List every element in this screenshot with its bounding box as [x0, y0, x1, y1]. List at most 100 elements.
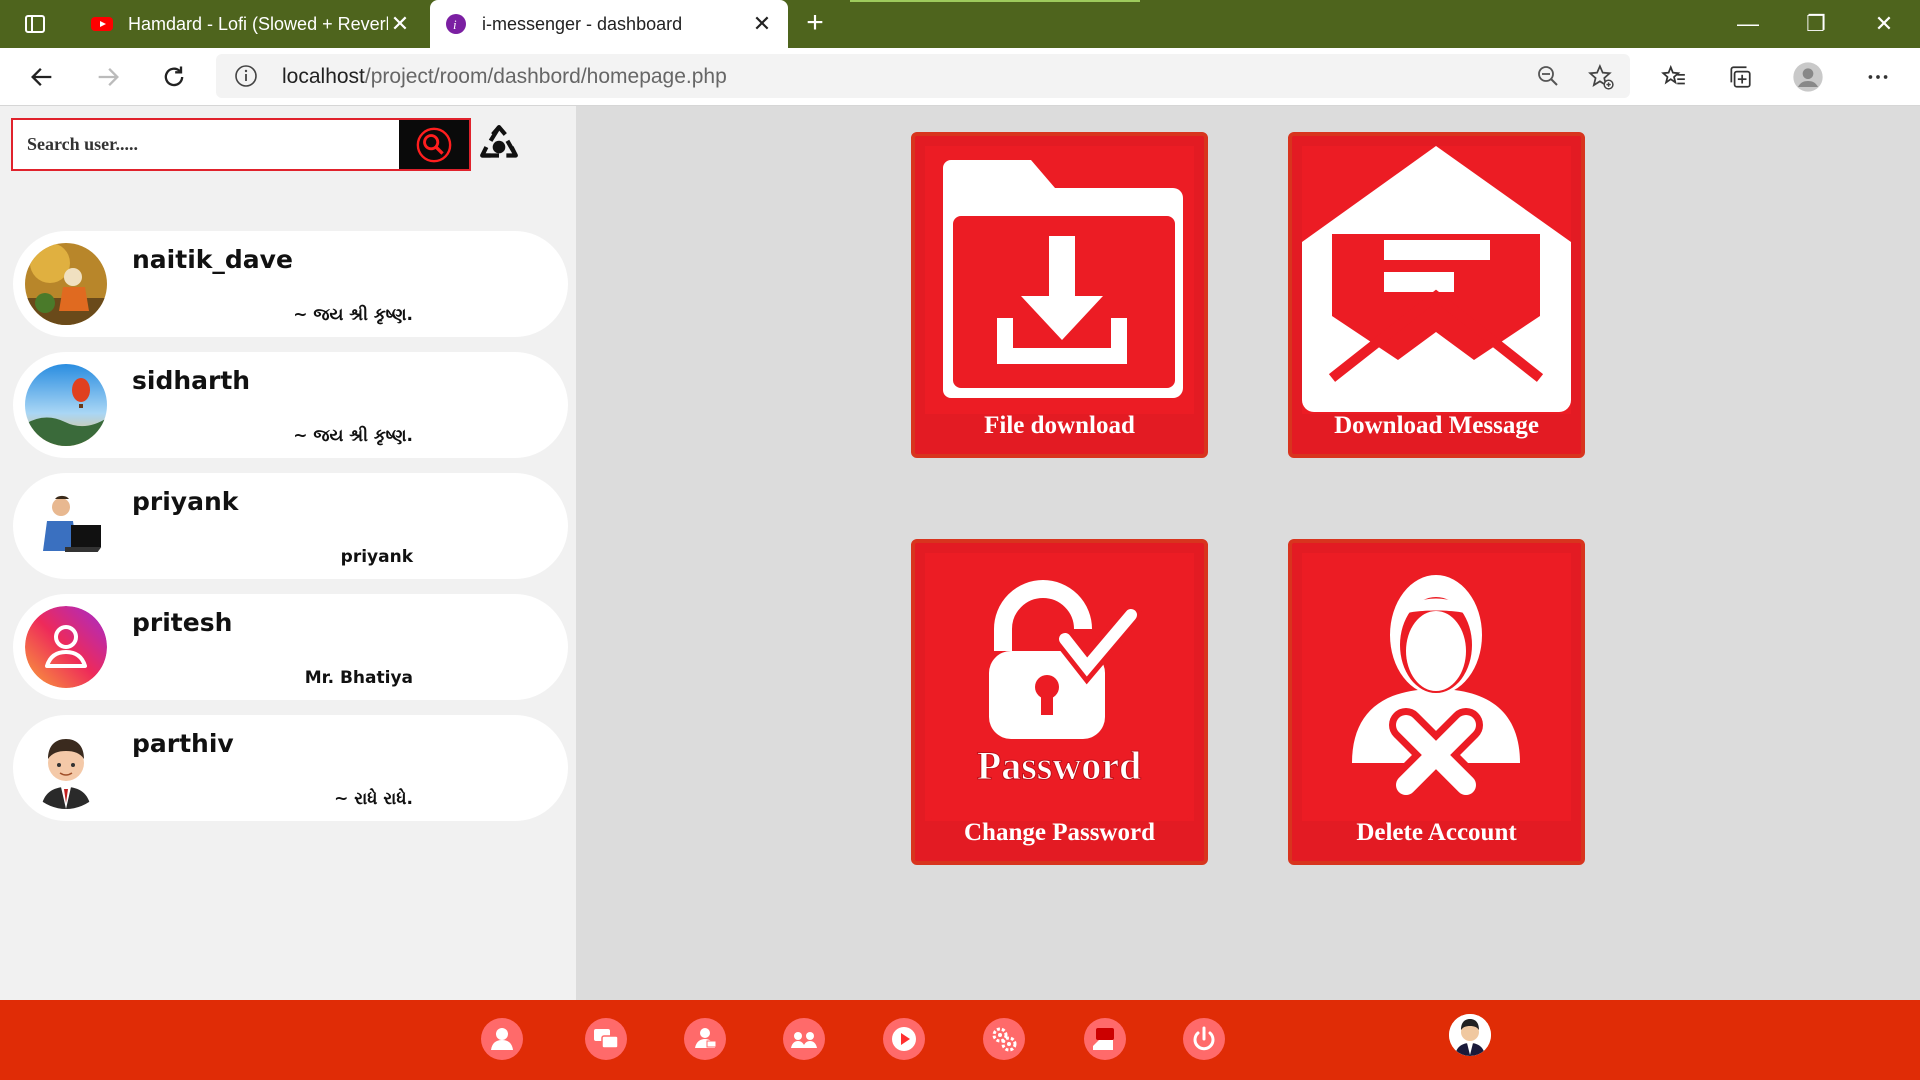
download-message-art [1302, 146, 1571, 414]
user-status: ~ જય શ્રી કૃષ્ણ. [293, 426, 413, 446]
messenger-icon: i [446, 14, 466, 34]
delete-user-icon [1302, 553, 1571, 821]
recycle-refresh-icon[interactable] [478, 124, 520, 166]
change-password-card[interactable]: Password Change Password [911, 539, 1208, 865]
address-bar: localhost/project/room/dashbord/homepage… [0, 48, 1920, 106]
user-name: pritesh [132, 608, 233, 637]
collections-button[interactable] [1724, 61, 1756, 93]
search-user-input[interactable] [13, 120, 401, 169]
password-lock-icon: Password [925, 553, 1194, 821]
search-icon [416, 127, 452, 162]
card-label: Delete Account [1356, 819, 1517, 846]
url-host: localhost [282, 65, 365, 88]
youtube-icon [91, 17, 113, 31]
card-label: Change Password [964, 819, 1155, 846]
close-tab-icon[interactable]: ✕ [750, 11, 774, 37]
tab-actions-icon[interactable] [23, 12, 47, 36]
user-profile-icon [491, 1028, 513, 1050]
user-name: sidharth [132, 366, 251, 395]
folder-download-icon [925, 146, 1194, 414]
chat-icon [594, 1029, 619, 1049]
gears-icon [992, 1027, 1017, 1052]
card-label: Download Message [1334, 412, 1539, 439]
user-name: parthiv [132, 729, 234, 758]
user-name: naitik_dave [132, 245, 293, 274]
avatar [25, 485, 107, 567]
user-item-parthiv[interactable]: parthiv ~ રાધે રાધે. [13, 715, 568, 821]
delete-account-card[interactable]: Delete Account [1288, 539, 1585, 865]
url-text: localhost/project/room/dashbord/homepage… [282, 65, 727, 89]
user-item-sidharth[interactable]: sidharth ~ જય શ્રી કૃષ્ણ. [13, 352, 568, 458]
avatar [25, 243, 107, 325]
avatar [25, 727, 107, 809]
restore-button[interactable]: ❐ [1782, 0, 1850, 48]
back-button[interactable] [26, 61, 58, 93]
user-list: naitik_dave ~ જય શ્રી કૃષ્ણ. sidharth ~ … [13, 231, 568, 836]
add-favorite-icon[interactable] [1588, 64, 1614, 90]
current-user-avatar[interactable] [1449, 1014, 1491, 1056]
user-item-priyank[interactable]: priyank priyank [13, 473, 568, 579]
user-name: priyank [132, 487, 239, 516]
user-item-pritesh[interactable]: pritesh Mr. Bhatiya [13, 594, 568, 700]
contacts-nav-button[interactable] [684, 1018, 726, 1060]
avatar [25, 364, 107, 446]
minimize-button[interactable]: — [1714, 0, 1782, 48]
delete-account-art [1302, 553, 1571, 821]
forward-arrow-icon [98, 68, 119, 86]
chat-nav-button[interactable] [585, 1018, 627, 1060]
settings-more-button[interactable] [1862, 61, 1894, 93]
media-nav-button[interactable] [883, 1018, 925, 1060]
tab-title: i-messenger - dashboard [482, 13, 683, 34]
envelope-message-icon [1302, 146, 1571, 414]
power-icon [1193, 1026, 1215, 1051]
favorites-button[interactable] [1658, 61, 1690, 93]
tab-i-messenger[interactable]: i i-messenger - dashboard ✕ [430, 0, 788, 48]
reload-button[interactable] [158, 61, 190, 93]
url-path: /project/room/dashbord/homepage.php [364, 65, 727, 88]
svg-text:i: i [453, 17, 457, 32]
change-password-art: Password [925, 553, 1194, 821]
favorites-icon [1661, 64, 1685, 85]
logout-nav-button[interactable] [1183, 1018, 1225, 1060]
forward-button[interactable] [92, 61, 124, 93]
page-load-progress [850, 0, 1140, 2]
tab-youtube[interactable]: Hamdard - Lofi (Slowed + Reverb ✕ [76, 0, 426, 48]
avatar [25, 606, 107, 688]
svg-text:Password: Password [977, 743, 1141, 788]
info-icon[interactable] [234, 64, 258, 88]
user-item-naitik-dave[interactable]: naitik_dave ~ જય શ્રી કૃષ્ણ. [13, 231, 568, 337]
profile-nav-button[interactable] [481, 1018, 523, 1060]
dashboard-main: File download Download Message Password … [576, 106, 1920, 1000]
more-icon [1868, 75, 1888, 79]
video-play-icon [892, 1027, 916, 1051]
new-tab-button[interactable]: + [800, 8, 830, 38]
close-tab-icon[interactable]: ✕ [388, 11, 412, 37]
url-field[interactable]: localhost/project/room/dashbord/homepage… [216, 54, 1630, 98]
card-label: File download [984, 412, 1135, 439]
settings-nav-button[interactable] [983, 1018, 1025, 1060]
reload-icon [164, 66, 184, 87]
collections-icon [1730, 66, 1751, 88]
browser-tab-bar: Hamdard - Lofi (Slowed + Reverb ✕ i i-me… [0, 0, 1920, 48]
close-window-button[interactable]: ✕ [1850, 0, 1918, 48]
search-button[interactable] [399, 120, 469, 169]
profile-button[interactable] [1792, 61, 1824, 93]
user-status: priyank [340, 547, 413, 567]
back-arrow-icon [31, 68, 52, 86]
feedback-nav-button[interactable] [1084, 1018, 1126, 1060]
zoom-out-icon[interactable] [1536, 64, 1560, 88]
download-message-card[interactable]: Download Message [1288, 132, 1585, 458]
user-status: Mr. Bhatiya [304, 668, 413, 688]
profile-icon [1793, 62, 1823, 92]
file-download-art [925, 146, 1194, 414]
user-search [11, 118, 471, 171]
user-status: ~ જય શ્રી કૃષ્ણ. [293, 305, 413, 325]
group-icon [791, 1032, 817, 1048]
tab-title: Hamdard - Lofi (Slowed + Reverb [128, 13, 388, 34]
feedback-icon [1093, 1028, 1114, 1050]
user-status: ~ રાધે રાધે. [334, 789, 413, 809]
bottom-nav-bar [0, 1000, 1920, 1080]
contact-card-icon [695, 1028, 717, 1048]
file-download-card[interactable]: File download [911, 132, 1208, 458]
group-nav-button[interactable] [783, 1018, 825, 1060]
